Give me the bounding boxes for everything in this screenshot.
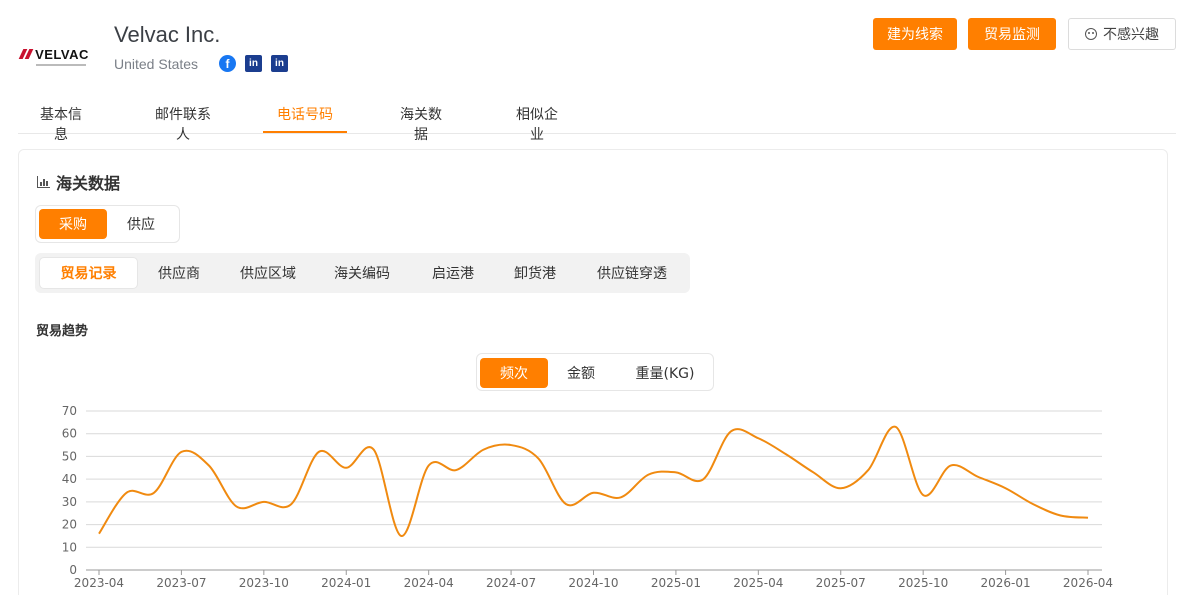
x-tick-label: 2025-04	[733, 576, 783, 590]
y-tick-label: 20	[62, 518, 77, 532]
subtab-suppliers[interactable]: 供应商	[147, 258, 211, 288]
x-tick-label: 2024-07	[486, 576, 536, 590]
frequency-line	[98, 425, 1089, 537]
company-name: Velvac Inc.	[114, 22, 221, 47]
tab-basic-info[interactable]: 基本信息	[34, 104, 88, 143]
panel-title-text: 海关数据	[56, 174, 121, 193]
main-tabs: 基本信息 邮件联系人 电话号码 海关数据 相似企业	[18, 98, 1176, 143]
trade-trend-chart: 0 10 20 30 40 50 60 70 2023-04 2023-07 2023-10 2024…	[62, 404, 1113, 590]
subtab-origin-ports[interactable]: 启运港	[419, 258, 487, 288]
x-tick-label: 2023-04	[74, 576, 124, 590]
x-tick-label: 2026-01	[981, 576, 1031, 590]
x-tick-label: 2024-04	[404, 576, 454, 590]
metric-toggle: 频次 金额 重量(KG)	[476, 353, 714, 391]
weight-option[interactable]: 重量(KG)	[620, 358, 710, 388]
purchase-option[interactable]: 采购	[39, 209, 107, 239]
not-interested-button[interactable]: 不感兴趣	[1068, 18, 1176, 50]
sad-face-icon	[1085, 28, 1097, 40]
y-tick-label: 70	[62, 404, 77, 418]
purchase-supply-toggle: 采购 供应	[35, 205, 180, 243]
linkedin-icon[interactable]: in	[245, 55, 262, 72]
bar-chart-icon	[37, 176, 50, 188]
customs-subtabs: 贸易记录 供应商 供应区域 海关编码 启运港 卸货港 供应链穿透	[35, 253, 690, 293]
company-logo: VELVAC	[14, 14, 94, 94]
panel-title: 海关数据	[37, 170, 120, 194]
tab-email-contacts[interactable]: 邮件联系人	[150, 104, 216, 143]
tab-phone-numbers[interactable]: 电话号码	[263, 104, 347, 133]
subtab-discharge-ports[interactable]: 卸货港	[501, 258, 569, 288]
subtab-supply-chain[interactable]: 供应链穿透	[583, 258, 681, 288]
subtab-supply-regions[interactable]: 供应区域	[231, 258, 305, 288]
trade-trend-label: 贸易趋势	[36, 324, 89, 339]
logo-text: VELVAC	[35, 46, 89, 62]
facebook-icon[interactable]: f	[219, 55, 236, 72]
x-tick-label: 2026-04	[1063, 576, 1113, 590]
amount-option[interactable]: 金额	[550, 358, 612, 388]
supply-option[interactable]: 供应	[107, 209, 175, 239]
tab-similar-companies[interactable]: 相似企业	[510, 104, 564, 143]
company-country: United States	[114, 56, 199, 72]
y-tick-label: 10	[62, 540, 77, 554]
x-tick-label: 2023-10	[239, 576, 289, 590]
social-links: f in in	[219, 55, 288, 72]
x-tick-label: 2024-01	[321, 576, 371, 590]
x-tick-label: 2024-10	[568, 576, 618, 590]
frequency-option[interactable]: 频次	[480, 358, 548, 388]
tab-customs-data[interactable]: 海关数据	[394, 104, 448, 143]
subtab-hs-codes[interactable]: 海关编码	[325, 258, 399, 288]
x-tick-label: 2023-07	[156, 576, 206, 590]
y-tick-label: 40	[62, 472, 77, 486]
velvac-mark-icon	[18, 49, 34, 59]
subtab-trade-records[interactable]: 贸易记录	[40, 258, 137, 288]
create-lead-button[interactable]: 建为线索	[873, 18, 957, 50]
y-tick-label: 60	[62, 427, 77, 441]
x-tick-label: 2025-01	[651, 576, 701, 590]
y-tick-label: 50	[62, 449, 77, 463]
trade-monitor-button[interactable]: 贸易监测	[968, 18, 1056, 50]
linkedin-icon[interactable]: in	[271, 55, 288, 72]
y-tick-label: 30	[62, 495, 77, 509]
not-interested-label: 不感兴趣	[1103, 26, 1159, 42]
y-tick-label: 0	[69, 563, 77, 577]
x-tick-label: 2025-10	[898, 576, 948, 590]
x-tick-label: 2025-07	[816, 576, 866, 590]
